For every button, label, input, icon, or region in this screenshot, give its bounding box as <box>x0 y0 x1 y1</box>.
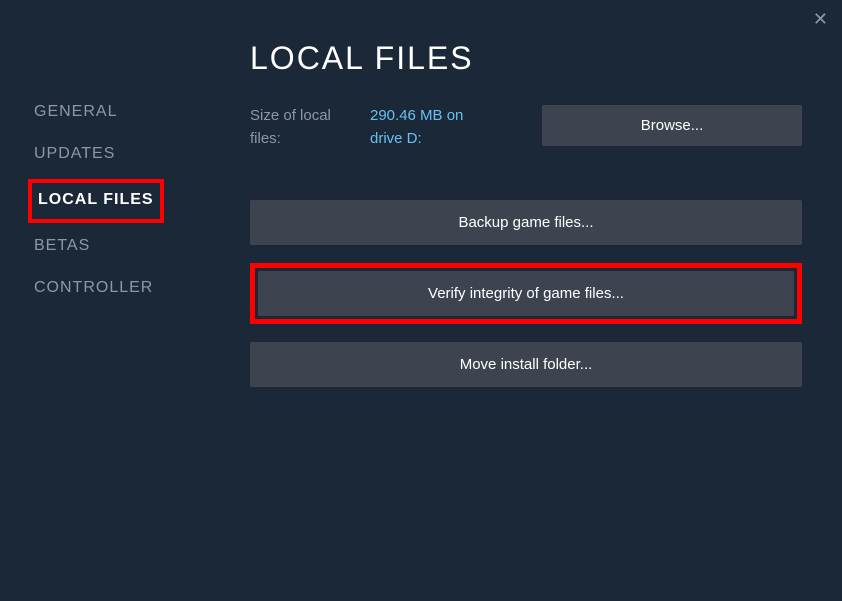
close-icon[interactable]: ✕ <box>813 10 828 28</box>
settings-window: ✕ GENERAL UPDATES LOCAL FILES BETAS CONT… <box>0 0 842 601</box>
backup-button[interactable]: Backup game files... <box>250 200 802 245</box>
content-panel: LOCAL FILES Size of local files: 290.46 … <box>220 0 842 601</box>
move-install-folder-button[interactable]: Move install folder... <box>250 342 802 387</box>
verify-integrity-button[interactable]: Verify integrity of game files... <box>258 271 794 316</box>
sidebar-item-controller[interactable]: CONTROLLER <box>28 271 159 305</box>
sidebar-item-updates[interactable]: UPDATES <box>28 137 121 171</box>
sidebar-item-local-files[interactable]: LOCAL FILES <box>32 183 160 217</box>
sidebar-item-general[interactable]: GENERAL <box>28 95 123 129</box>
sidebar: GENERAL UPDATES LOCAL FILES BETAS CONTRO… <box>0 0 220 601</box>
highlight-box: Verify integrity of game files... <box>250 263 802 324</box>
size-value[interactable]: 290.46 MB on drive D: <box>370 105 490 150</box>
highlight-box: LOCAL FILES <box>28 179 164 223</box>
page-title: LOCAL FILES <box>250 40 802 77</box>
sidebar-item-betas[interactable]: BETAS <box>28 229 96 263</box>
size-info-row: Size of local files: 290.46 MB on drive … <box>250 105 802 150</box>
size-label: Size of local files: <box>250 105 350 150</box>
browse-button[interactable]: Browse... <box>542 105 802 146</box>
